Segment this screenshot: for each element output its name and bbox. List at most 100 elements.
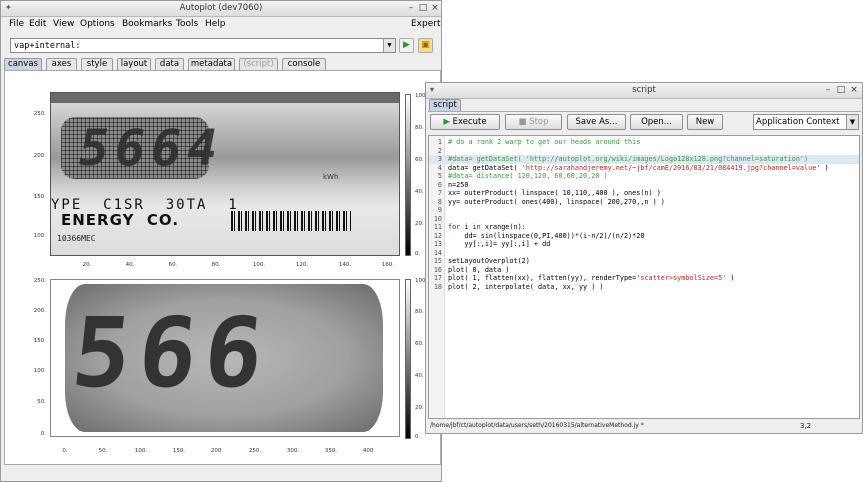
bottom-xtick: 50. (98, 448, 108, 454)
context-dropdown-icon[interactable]: ▼ (846, 115, 858, 129)
main-titlebar[interactable]: ✦ Autoplot (dev7060) – □ × (1, 1, 441, 17)
script-titlebar[interactable]: ▾ script – □ × (426, 83, 862, 99)
line-number: 12 (433, 231, 442, 240)
tab-canvas[interactable]: canvas (4, 58, 42, 70)
bottom-ytick: 150. (33, 338, 46, 344)
bottom-plot[interactable]: 566 250. 200. 150. 100. 50. 0. 0. 50. 10… (5, 271, 442, 466)
tab-layout[interactable]: layout (117, 58, 151, 70)
code-line[interactable]: 1 # do a rank 2 warp to get our heads aro… (429, 138, 859, 147)
code-line[interactable]: 18 plot( 2, interpolate( data, xx, yy ) ) (429, 283, 859, 292)
code-line[interactable]: 7 xx= outerProduct( linspace( 10,110,,400… (429, 189, 859, 198)
code-text: #data= distance( 120,120, 60,60,20,20 ) (448, 172, 608, 180)
tab-script[interactable]: (script) (239, 58, 278, 70)
main-status-bar (1, 466, 441, 482)
code-line[interactable]: 8 yy= outerProduct( ones(400), linspace( … (429, 198, 859, 207)
code-line[interactable]: 3 #data= getDataSet( 'http://autoplot.org… (429, 155, 859, 164)
meter-dark-band (51, 93, 399, 103)
line-number: 17 (433, 274, 442, 282)
menu-edit[interactable]: Edit (29, 19, 46, 29)
maximize-icon[interactable]: □ (417, 2, 429, 14)
bottom-xtick: 350. (324, 448, 338, 454)
code-line[interactable]: 2 (429, 147, 859, 156)
top-plot[interactable]: 5664 kWh YPE C1SR 30TA 1 ENERGY CO. 1036… (5, 71, 442, 271)
top-colorbar-tick: 20. (415, 221, 424, 227)
script-close-icon[interactable]: × (848, 84, 860, 96)
energy-co-text: ENERGY CO. (61, 211, 180, 229)
line-number: 14 (433, 248, 442, 257)
script-toolbar: ▶ Execute ■ Stop Save As... Open... New … (428, 111, 861, 133)
bottom-colorbar[interactable] (405, 279, 411, 439)
uri-input[interactable]: vap+internal: ▼ (10, 38, 396, 53)
bottom-ytick: 100. (33, 368, 46, 374)
execute-icon: ▶ (443, 117, 453, 127)
top-colorbar[interactable] (405, 94, 411, 256)
barcode-number: 10366MEC (57, 234, 96, 243)
line-number: 11 (433, 223, 442, 231)
bottom-plot-image[interactable]: 566 (50, 279, 400, 437)
code-text: plot( 2, interpolate( data, xx, yy ) ) (448, 282, 604, 291)
code-line[interactable]: 4 data= getDataSet( 'http://sarahandjerem… (429, 164, 859, 173)
bottom-xtick: 0. (62, 448, 68, 454)
stop-button[interactable]: ■ Stop (505, 114, 562, 130)
line-number: 2 (437, 146, 442, 155)
top-ytick: 250. (33, 111, 46, 117)
uri-dropdown-icon[interactable]: ▼ (383, 39, 395, 52)
new-button[interactable]: New (687, 114, 723, 130)
top-xtick: 20. (82, 262, 92, 268)
autoplot-window: ✦ Autoplot (dev7060) – □ × File Edit Vie… (0, 0, 442, 482)
execute-button[interactable]: ▶ Execute (430, 114, 500, 130)
plot-canvas[interactable]: 5664 kWh YPE C1SR 30TA 1 ENERGY CO. 1036… (4, 70, 441, 465)
code-line[interactable]: 10 (429, 215, 859, 224)
open-button[interactable]: Open... (630, 114, 683, 130)
top-colorbar-tick: 80. (415, 125, 424, 131)
tab-data[interactable]: data (155, 58, 184, 70)
code-line[interactable]: 14 (429, 249, 859, 258)
code-line[interactable]: 6 n=250 (429, 181, 859, 190)
code-line[interactable]: 13 yy[:,i]= yy[:,i] + dd (429, 240, 859, 249)
close-icon[interactable]: × (429, 2, 441, 14)
tab-metadata[interactable]: metadata (188, 58, 235, 70)
top-xtick: 40. (125, 262, 135, 268)
line-number: 16 (433, 265, 442, 274)
code-text: dd= sin(linspace(0,PI,400))*(i-n/2)/(n/2… (448, 231, 645, 240)
code-line[interactable]: 9 (429, 206, 859, 215)
menu-help[interactable]: Help (205, 19, 226, 29)
menu-tools[interactable]: Tools (176, 19, 198, 29)
browse-folder-icon[interactable]: ▣ (418, 38, 433, 53)
stop-icon: ■ (518, 117, 530, 127)
script-editor[interactable]: 1 # do a rank 2 warp to get our heads aro… (428, 135, 860, 419)
expert-menu[interactable]: Expert (411, 19, 441, 29)
tab-axes[interactable]: axes (46, 58, 77, 70)
stop-label: Stop (529, 117, 549, 127)
menu-file[interactable]: File (9, 19, 24, 29)
script-tab[interactable]: script (429, 99, 461, 111)
code-line[interactable]: 15 setLayoutOverplot(2) (429, 257, 859, 266)
menu-options[interactable]: Options (80, 19, 115, 29)
code-line[interactable]: 12 dd= sin(linspace(0,PI,400))*(i-n/2)/(… (429, 232, 859, 241)
code-line[interactable]: 16 plot( 0, data ) (429, 266, 859, 275)
code-text: # do a rank 2 warp to get our heads arou… (448, 138, 641, 146)
menu-bookmarks[interactable]: Bookmarks (122, 19, 172, 29)
top-xtick: 120. (295, 262, 309, 268)
code-line[interactable]: 17 plot( 1, flatten(xx), flatten(yy), ren… (429, 274, 859, 283)
code-text: #data= getDataSet( 'http://autoplot.org/… (448, 155, 809, 163)
line-number: 13 (433, 240, 442, 248)
script-status-bar: /home/jbf/ct/autoplot/data/users/seth/20… (428, 420, 860, 432)
menu-view[interactable]: View (53, 19, 74, 29)
bottom-ytick: 50. (37, 399, 46, 405)
code-line[interactable]: 11 for i in xrange(n): (429, 223, 859, 232)
tab-console[interactable]: console (282, 58, 326, 70)
tab-style[interactable]: style (81, 58, 113, 70)
script-minimize-icon[interactable]: – (822, 84, 834, 96)
line-number: 5 (437, 172, 442, 180)
line-number: 1 (437, 138, 442, 146)
script-maximize-icon[interactable]: □ (835, 84, 847, 96)
warped-image: 566 (65, 284, 383, 432)
code-line[interactable]: 5 #data= distance( 120,120, 60,60,20,20 ) (429, 172, 859, 181)
top-plot-image[interactable]: 5664 kWh YPE C1SR 30TA 1 ENERGY CO. 1036… (50, 92, 400, 256)
context-select[interactable]: Application Context ▼ (753, 114, 859, 130)
plot-go-button[interactable]: ▶ (399, 38, 414, 53)
minimize-icon[interactable]: – (405, 2, 417, 14)
save-as-button[interactable]: Save As... (567, 114, 626, 130)
top-xtick: 60. (168, 262, 178, 268)
